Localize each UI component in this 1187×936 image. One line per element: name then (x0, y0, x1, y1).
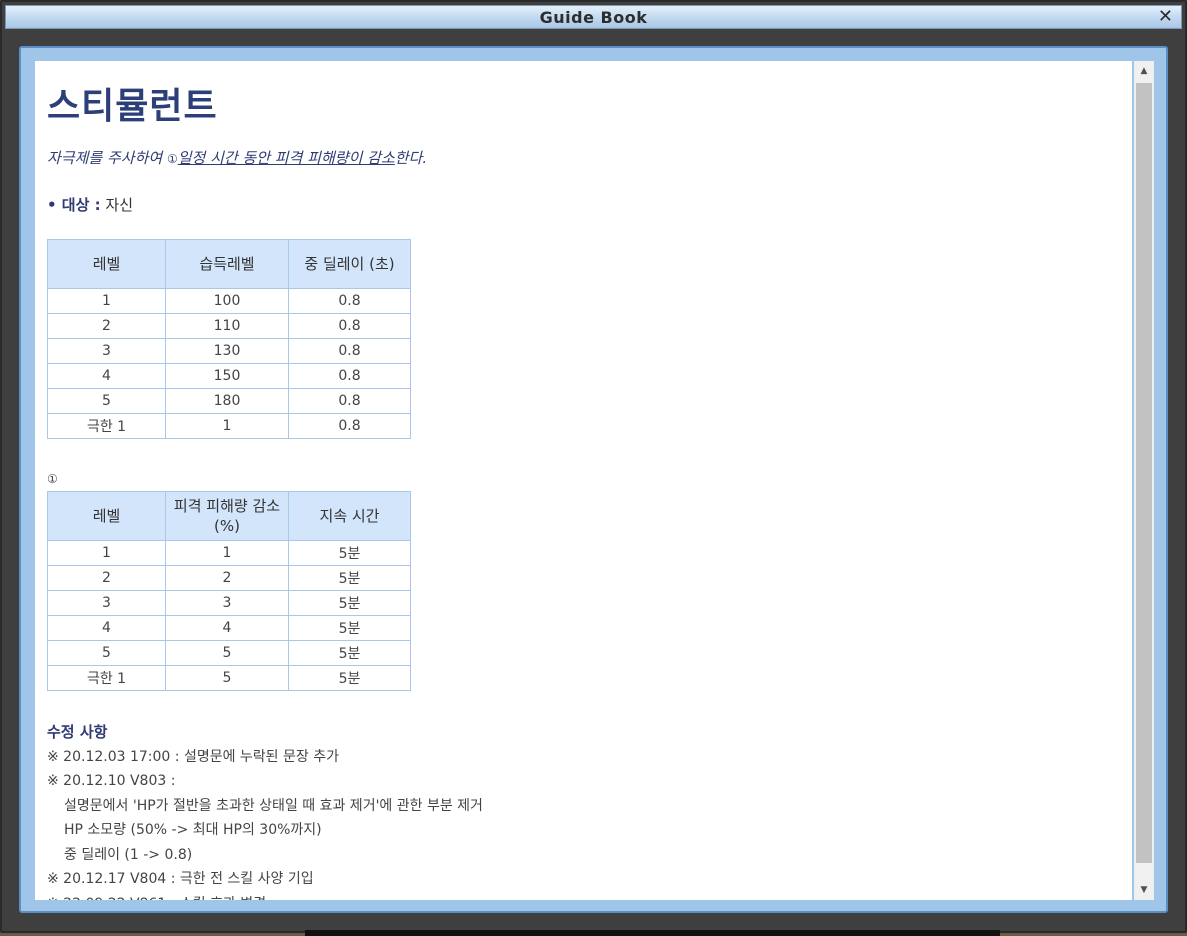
table-cell: 1 (165, 540, 289, 566)
table-row: 4 4 5분 (47, 615, 411, 641)
table-header-cell: 피격 피해량 감소 (%) (165, 491, 289, 541)
table-cell: 극한 1 (47, 413, 166, 439)
table-cell: 5분 (288, 665, 411, 691)
table-row: 극한 1 1 0.8 (47, 413, 411, 439)
table-cell: 3 (47, 590, 166, 616)
effect-table: 레벨 피격 피해량 감소 (%) 지속 시간 1 1 5분 2 2 5분 3 3 5분 44… (47, 491, 411, 691)
change-line: ※ 22.09.22 V861 : 스킬 효과 변경 (47, 892, 483, 901)
close-icon[interactable]: ✕ (1158, 7, 1173, 27)
table-cell: 1 (165, 413, 289, 439)
table-row: 2 2 5분 (47, 565, 411, 591)
table-cell: 4 (47, 615, 166, 641)
table-header-cell: 습득레벨 (165, 239, 289, 289)
table-row: 3 130 0.8 (47, 338, 411, 364)
table-header-cell: 레벨 (47, 491, 166, 541)
change-line: 설명문에서 'HP가 절반을 초과한 상태일 때 효과 제거'에 관한 부분 제… (64, 797, 483, 814)
table-cell: 4 (47, 363, 166, 389)
table-cell: 4 (165, 615, 289, 641)
table-row: 3 3 5분 (47, 590, 411, 616)
table-cell: 5분 (288, 565, 411, 591)
title-bar[interactable]: Guide Book ✕ (5, 5, 1182, 29)
scroll-up-icon[interactable]: ▲ (1134, 61, 1154, 81)
table-cell: 5 (165, 640, 289, 666)
table-cell: 0.8 (288, 388, 411, 414)
vertical-scrollbar[interactable]: ▲ ▼ (1134, 61, 1154, 900)
change-line: 중 딜레이 (1 -> 0.8) (64, 846, 193, 863)
change-line: ※ 20.12.10 V803 : (47, 773, 176, 789)
table-cell: 5분 (288, 640, 411, 666)
table-cell: 100 (165, 288, 289, 314)
table-row: 4 150 0.8 (47, 363, 411, 389)
change-line: ※ 20.12.03 17:00 : 설명문에 누락된 문장 추가 (47, 748, 339, 765)
table-cell: 150 (165, 363, 289, 389)
scrollbar-thumb[interactable] (1136, 83, 1152, 863)
table-cell: 180 (165, 388, 289, 414)
table-cell: 2 (47, 565, 166, 591)
table-cell: 5 (47, 640, 166, 666)
table-header-cell: 중 딜레이 (초) (288, 239, 411, 289)
background-strip (305, 930, 1000, 936)
table-cell: 130 (165, 338, 289, 364)
table-cell: 0.8 (288, 363, 411, 389)
table-cell: 3 (47, 338, 166, 364)
level-table: 레벨 습득레벨 중 딜레이 (초) 1 100 0.8 2 110 0.8 3 130 0.… (47, 239, 411, 439)
table-cell: 3 (165, 590, 289, 616)
table-cell: 1 (47, 540, 166, 566)
change-log-title: 수정 사항 (47, 723, 108, 741)
window-title: Guide Book (539, 8, 648, 27)
target-value: 자신 (100, 196, 134, 214)
target-label: • 대상 : (47, 196, 101, 214)
table-cell: 0.8 (288, 413, 411, 439)
table-row: 극한 1 5 5분 (47, 665, 411, 691)
content-frame: 스티뮬런트 자극제를 주사하여 ①일정 시간 동안 피격 피해량이 감소한다. … (19, 46, 1168, 913)
change-line: HP 소모량 (50% -> 최대 HP의 30%까지) (64, 822, 322, 838)
table-row: 2 110 0.8 (47, 313, 411, 339)
table-cell: 1 (47, 288, 166, 314)
skill-description: 자극제를 주사하여 ①일정 시간 동안 피격 피해량이 감소한다. (47, 147, 427, 168)
description-marker: ① (166, 152, 178, 166)
table-cell: 극한 1 (47, 665, 166, 691)
description-prefix: 자극제를 주사하여 (47, 149, 167, 167)
table-cell: 2 (47, 313, 166, 339)
table-header-cell: 레벨 (47, 239, 166, 289)
table-cell: 5분 (288, 540, 411, 566)
change-log: 수정 사항 ※ 20.12.03 17:00 : 설명문에 누락된 문장 추가 … (47, 720, 483, 900)
table-row: 5 180 0.8 (47, 388, 411, 414)
guide-book-window: Guide Book ✕ 스티뮬런트 자극제를 주사하여 ①일정 시간 동안 피… (0, 0, 1187, 933)
table-header-row: 레벨 피격 피해량 감소 (%) 지속 시간 (47, 491, 411, 541)
table-cell: 0.8 (288, 313, 411, 339)
table-header-cell: 지속 시간 (288, 491, 411, 541)
change-line: ※ 20.12.17 V804 : 극한 전 스킬 사양 기입 (47, 871, 314, 887)
description-underlined: 일정 시간 동안 피격 피해량이 감소 (177, 149, 395, 167)
table-cell: 5분 (288, 615, 411, 641)
skill-title: 스티뮬런트 (47, 86, 218, 127)
table-cell: 5 (165, 665, 289, 691)
table-cell: 5분 (288, 590, 411, 616)
table-cell: 2 (165, 565, 289, 591)
table-cell: 5 (47, 388, 166, 414)
description-suffix: 한다. (394, 149, 428, 167)
guide-content: 스티뮬런트 자극제를 주사하여 ①일정 시간 동안 피격 피해량이 감소한다. … (35, 61, 1132, 900)
table-cell: 110 (165, 313, 289, 339)
table2-marker: ① (47, 472, 58, 486)
scroll-down-icon[interactable]: ▼ (1134, 880, 1154, 900)
table-row: 1 1 5분 (47, 540, 411, 566)
table-row: 1 100 0.8 (47, 288, 411, 314)
table-cell: 0.8 (288, 288, 411, 314)
table-header-row: 레벨 습득레벨 중 딜레이 (초) (47, 239, 411, 289)
table-row: 5 5 5분 (47, 640, 411, 666)
skill-target: • 대상 : 자신 (47, 194, 133, 215)
table-cell: 0.8 (288, 338, 411, 364)
